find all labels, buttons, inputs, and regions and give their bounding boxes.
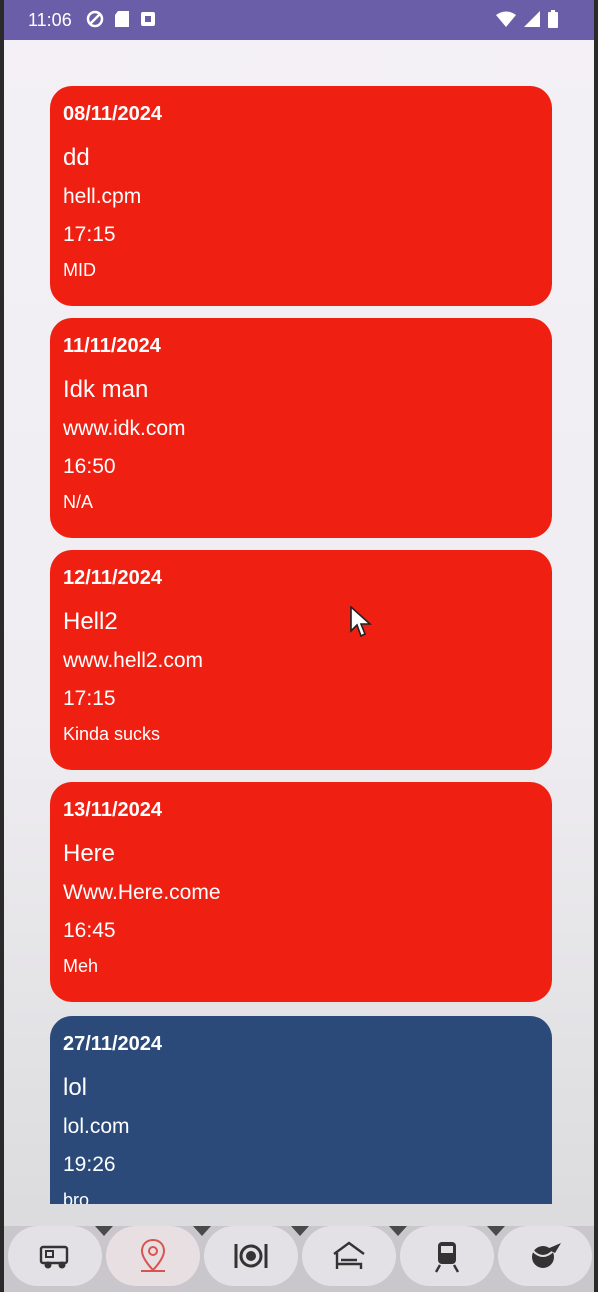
event-card[interactable]: 27/11/2024 lol lol.com 19:26 bro [50,1016,552,1204]
event-date: 12/11/2024 [63,567,162,589]
nav-hotel[interactable] [302,1226,396,1286]
nav-travel[interactable] [498,1226,592,1286]
mouse-pointer-icon [350,606,372,638]
event-time: 19:26 [63,1153,116,1176]
app-notification-icon [141,12,155,26]
event-date: 08/11/2024 [63,103,162,125]
status-bar: 11:06 [4,0,594,40]
event-url: www.hell2.com [63,649,204,672]
event-title: lol [63,1074,88,1101]
event-date: 13/11/2024 [63,799,162,821]
globe-plane-icon [532,1243,561,1268]
vpn-shield-icon [86,10,104,28]
status-time: 11:06 [28,10,72,30]
event-time: 16:50 [63,455,116,478]
event-list[interactable]: 08/11/2024 dd hell.cpm 17:15 MID 11/11/2… [4,40,594,1204]
event-note: Kinda sucks [63,724,161,744]
battery-icon [548,10,558,28]
event-card[interactable]: 13/11/2024 Here Www.Here.come 16:45 Meh [50,782,552,1002]
hotel-bed-icon [333,1241,365,1269]
event-time: 16:45 [63,919,116,942]
sd-card-icon [115,11,129,27]
event-note: N/A [63,492,94,512]
event-title: Hell2 [63,608,118,635]
event-url: hell.cpm [63,185,142,208]
train-icon [434,1242,460,1273]
event-note: MID [63,260,96,280]
event-time: 17:15 [63,687,116,710]
event-url: Www.Here.come [63,881,221,904]
event-title: Here [63,840,116,867]
nav-train[interactable] [400,1226,494,1286]
event-card[interactable]: 12/11/2024 Hell2 www.hell2.com 17:15 Kin… [50,550,552,770]
event-date: 27/11/2024 [63,1033,162,1055]
event-title: dd [63,144,90,171]
bottom-nav [4,1226,594,1292]
event-url: lol.com [63,1115,130,1138]
restaurant-icon [234,1244,268,1268]
nav-camper[interactable] [8,1226,102,1286]
map-pin-icon [140,1238,166,1272]
event-title: Idk man [63,376,149,403]
event-card[interactable]: 11/11/2024 Idk man www.idk.com 16:50 N/A [50,318,552,538]
camper-van-icon [39,1245,69,1269]
nav-map[interactable] [106,1226,200,1286]
event-time: 17:15 [63,223,116,246]
app-screen: 11:06 08/11/2024 dd hell.cpm 17:15 MID 1… [4,0,594,1292]
event-date: 11/11/2024 [63,335,161,357]
cell-signal-icon [524,11,540,27]
wifi-icon [496,11,516,27]
event-url: www.idk.com [63,417,186,440]
event-card[interactable]: 08/11/2024 dd hell.cpm 17:15 MID [50,86,552,306]
event-note: bro [63,1190,90,1204]
nav-restaurant[interactable] [204,1226,298,1286]
event-note: Meh [63,956,99,976]
